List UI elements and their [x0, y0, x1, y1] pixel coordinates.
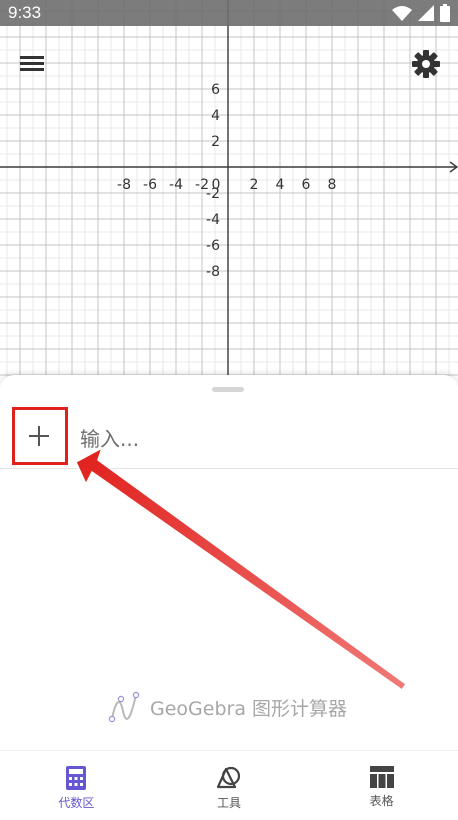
y-tick-label: 4 — [211, 108, 220, 124]
wifi-icon — [392, 6, 412, 21]
algebra-input[interactable]: 输入... — [80, 423, 139, 452]
tab-tools[interactable]: 工具 — [153, 751, 306, 820]
x-tick-label: -6 — [143, 177, 157, 193]
tab-table[interactable]: 表格 — [305, 751, 458, 820]
y-tick-label: 6 — [211, 82, 220, 98]
tab-algebra[interactable]: 代数区 — [0, 751, 153, 820]
x-tick-label: 2 — [250, 177, 259, 193]
settings-button[interactable] — [406, 44, 446, 84]
menu-button[interactable] — [14, 48, 50, 80]
x-tick-label: 6 — [302, 177, 311, 193]
battery-icon — [440, 4, 450, 22]
y-tick-label: -4 — [206, 212, 220, 228]
status-bar: 9:33 — [0, 0, 458, 26]
add-item-button[interactable] — [12, 407, 68, 465]
algebra-input-row[interactable]: 输入... — [0, 405, 458, 469]
plus-icon — [29, 426, 49, 446]
drag-handle[interactable] — [212, 387, 244, 392]
x-tick-label: 4 — [276, 177, 285, 193]
bottom-tab-bar: 代数区 工具 表格 — [0, 750, 458, 820]
tab-table-label: 表格 — [369, 794, 394, 808]
geogebra-logo-icon — [108, 691, 140, 723]
y-tick-label: 2 — [211, 134, 220, 150]
brand-name: GeoGebra 图形计算器 — [150, 697, 348, 720]
y-tick-label: -8 — [206, 264, 220, 280]
x-tick-label: -8 — [117, 177, 131, 193]
tools-icon — [216, 766, 241, 789]
x-tick-label: 8 — [328, 177, 337, 193]
brand: GeoGebra 图形计算器 — [108, 691, 347, 723]
status-time: 9:33 — [8, 3, 42, 22]
y-tick-label: -2 — [206, 186, 220, 202]
status-icons — [392, 4, 450, 22]
calculator-icon — [66, 766, 87, 790]
hamburger-icon — [20, 56, 44, 71]
tab-tools-label: 工具 — [217, 796, 242, 810]
table-icon — [369, 766, 394, 788]
signal-icon — [418, 5, 434, 21]
x-tick-label: -4 — [169, 177, 183, 193]
y-tick-label: -6 — [206, 238, 220, 254]
gear-icon — [412, 50, 440, 78]
tab-algebra-label: 代数区 — [58, 796, 95, 810]
graphics-view[interactable]: -8 -6 -4 -2 0 2 4 6 8 642-2-4-6-8 — [0, 0, 458, 400]
